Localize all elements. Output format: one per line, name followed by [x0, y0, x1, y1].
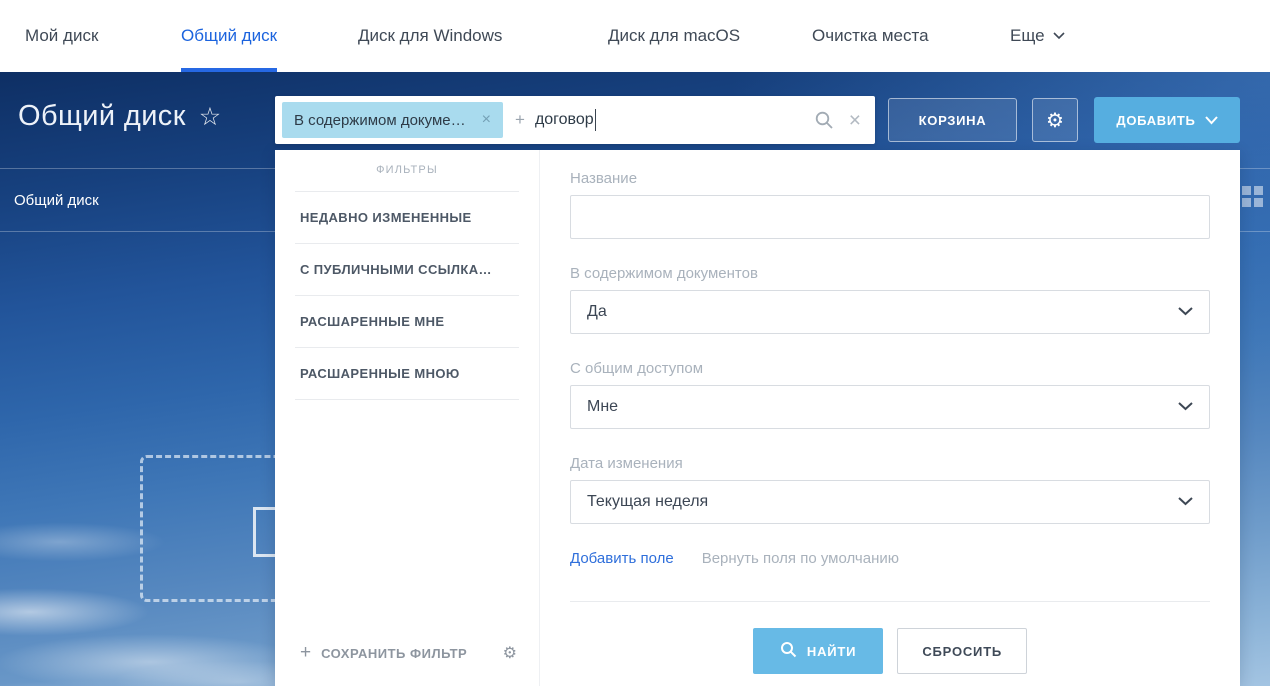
search-filters-panel: ФИЛЬТРЫ НЕДАВНО ИЗМЕНЕННЫЕ С ПУБЛИЧНЫМИ …: [275, 150, 1240, 686]
page-title: Общий диск ☆: [18, 100, 222, 133]
in-documents-select[interactable]: Да: [570, 290, 1210, 334]
chevron-down-icon: [1178, 398, 1193, 416]
search-form: Название В содержимом документов Да С об…: [540, 150, 1240, 686]
settings-button[interactable]: ⚙: [1032, 98, 1078, 142]
filter-item-recently-modified[interactable]: НЕДАВНО ИЗМЕНЕННЫЕ: [295, 192, 519, 244]
chevron-down-icon: [1053, 0, 1065, 71]
gear-icon: ⚙: [1046, 108, 1064, 133]
text-cursor: [595, 109, 597, 131]
filter-item-shared-by-me[interactable]: РАСШАРЕННЫЕ МНОЮ: [295, 348, 519, 400]
reset-fields-label: Вернуть поля по умолчанию: [702, 550, 899, 567]
find-button[interactable]: НАЙТИ: [753, 628, 883, 674]
saved-filters-column: ФИЛЬТРЫ НЕДАВНО ИЗМЕНЕННЫЕ С ПУБЛИЧНЫМИ …: [275, 150, 540, 686]
app-window: Общий диск Мой диск Общий диск Диск для …: [0, 0, 1270, 686]
chevron-down-icon: [1178, 493, 1193, 511]
breadcrumb: Общий диск: [14, 192, 99, 209]
nav-item-my-disk[interactable]: Мой диск: [25, 0, 98, 72]
form-divider: [570, 601, 1210, 602]
filter-item-shared-to-me[interactable]: РАСШАРЕННЫЕ МНЕ: [295, 296, 519, 348]
active-tab-underline: [181, 68, 277, 72]
trash-button[interactable]: КОРЗИНА: [888, 98, 1017, 142]
nav-item-more[interactable]: Еще: [1010, 0, 1065, 72]
reset-button[interactable]: СБРОСИТЬ: [897, 628, 1027, 674]
nav-item-cleanup[interactable]: Очистка места: [812, 0, 929, 72]
nav-item-shared-disk[interactable]: Общий диск: [181, 0, 277, 72]
add-button[interactable]: ДОБАВИТЬ: [1094, 97, 1240, 143]
search-filter-chip[interactable]: В содержимом докуме… ×: [282, 102, 503, 138]
search-icon[interactable]: [814, 110, 834, 130]
search-query-text[interactable]: договор: [535, 111, 594, 129]
chip-label: В содержимом докуме…: [294, 112, 466, 129]
shared-access-select[interactable]: Мне: [570, 385, 1210, 429]
grid-view-icon[interactable]: [1242, 186, 1263, 207]
chevron-down-icon: [1178, 303, 1193, 321]
chip-remove-icon[interactable]: ×: [482, 111, 491, 129]
search-bar[interactable]: В содержимом докуме… × + договор ×: [275, 96, 875, 144]
gear-icon[interactable]: ⚙: [503, 643, 517, 663]
field-label-in-documents: В содержимом документов: [570, 265, 1210, 282]
plus-icon: +: [515, 110, 525, 130]
field-label-shared-access: С общим доступом: [570, 360, 1210, 377]
nav-item-disk-windows[interactable]: Диск для Windows: [358, 0, 502, 72]
add-field-link[interactable]: Добавить поле: [570, 550, 674, 567]
filters-heading: ФИЛЬТРЫ: [295, 164, 519, 192]
plus-icon: +: [300, 642, 311, 664]
search-icon: [780, 641, 797, 661]
favorite-star-icon[interactable]: ☆: [199, 102, 222, 132]
top-navigation: Мой диск Общий диск Диск для Windows Дис…: [0, 0, 1270, 72]
modified-date-select[interactable]: Текущая неделя: [570, 480, 1210, 524]
chevron-down-icon: [1205, 113, 1218, 128]
clear-search-icon[interactable]: ×: [849, 110, 861, 131]
save-filter-button[interactable]: + СОХРАНИТЬ ФИЛЬТР ⚙: [300, 642, 517, 664]
name-field[interactable]: [570, 195, 1210, 239]
field-label-name: Название: [570, 170, 1210, 187]
nav-item-disk-macos[interactable]: Диск для macOS: [608, 0, 740, 72]
field-label-modified-date: Дата изменения: [570, 455, 1210, 472]
filter-item-public-links[interactable]: С ПУБЛИЧНЫМИ ССЫЛКА…: [295, 244, 519, 296]
